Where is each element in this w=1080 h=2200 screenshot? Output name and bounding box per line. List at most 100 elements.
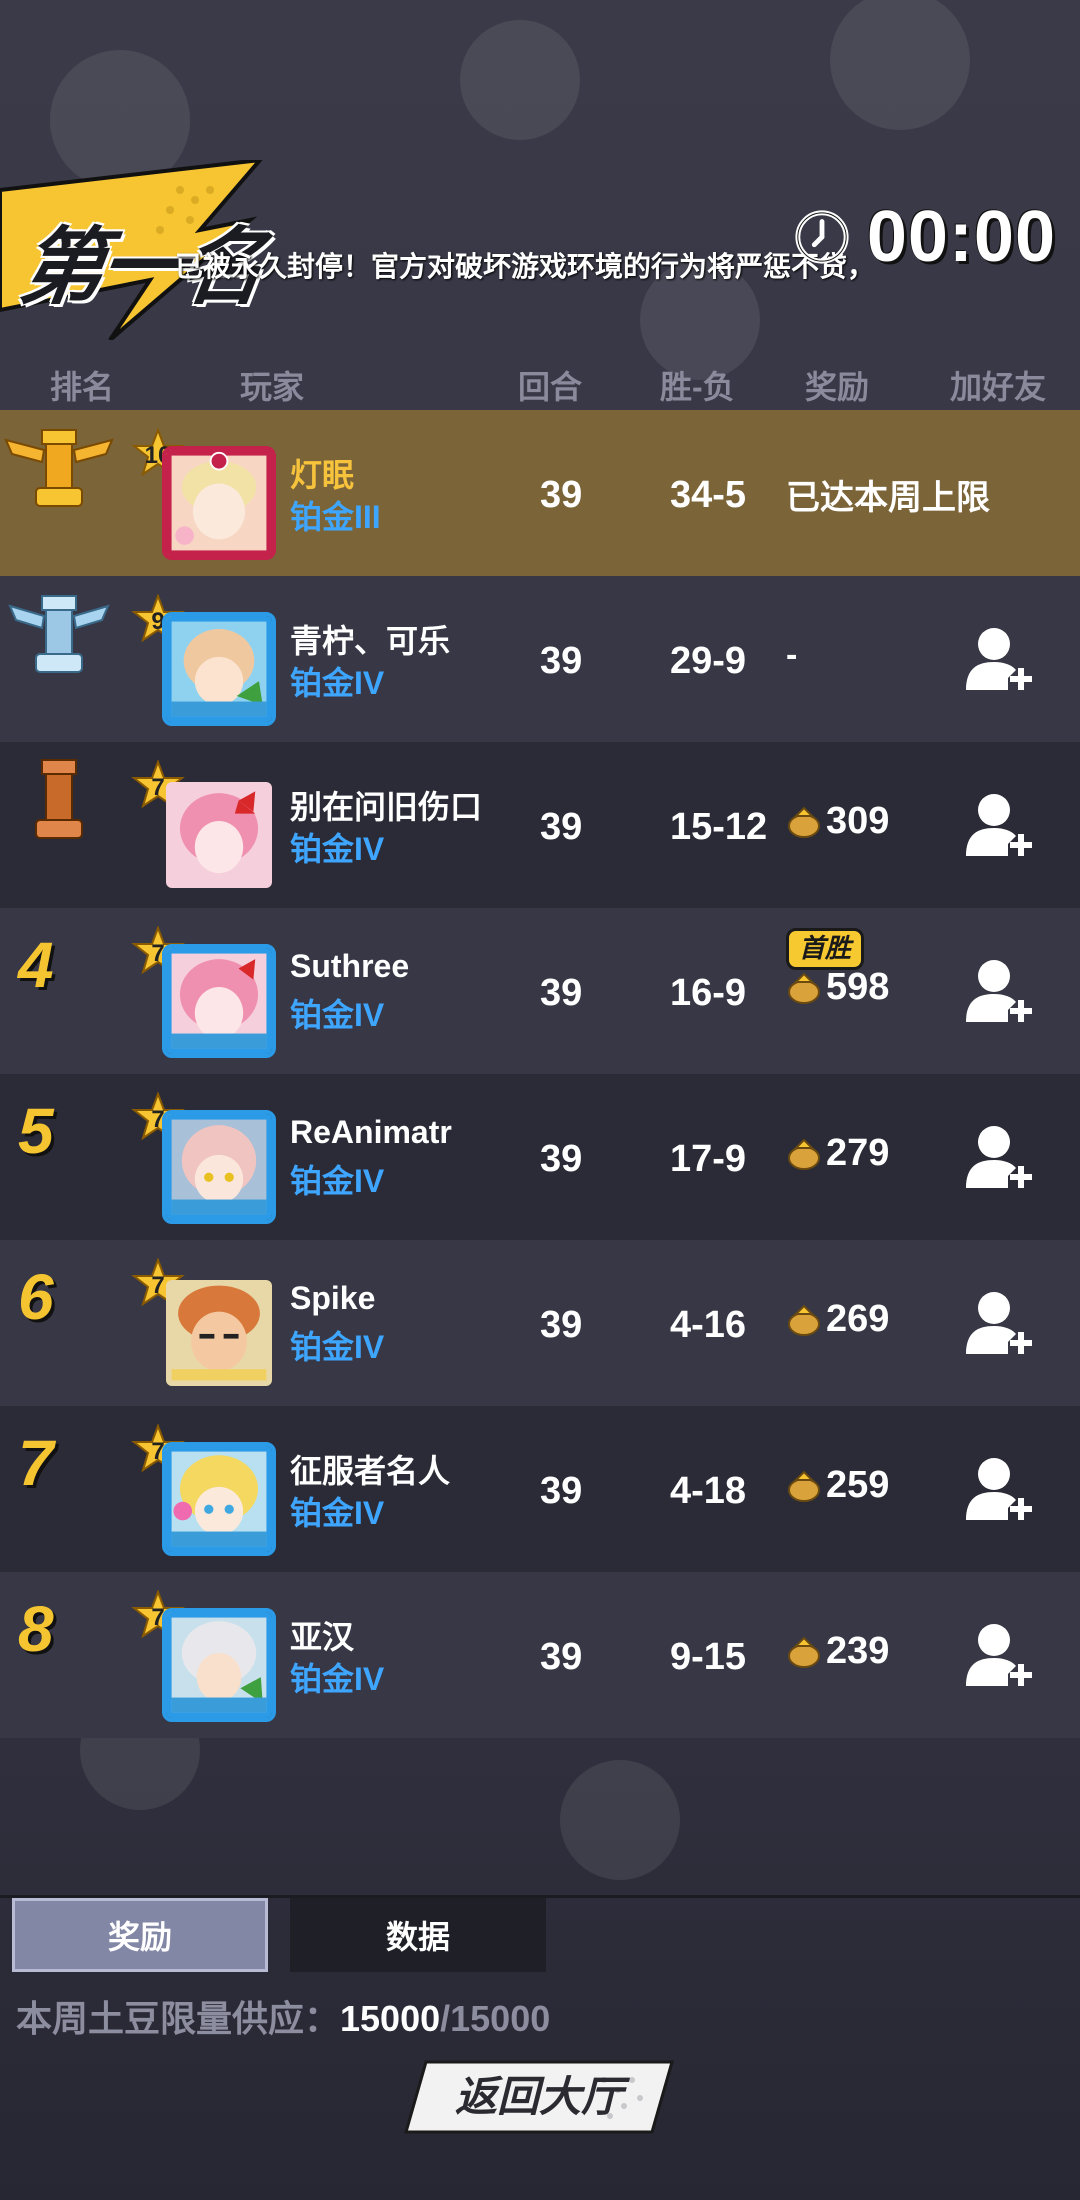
- potato-coin-icon: [788, 1138, 820, 1170]
- player-avatar[interactable]: [162, 778, 276, 892]
- rank-number: 5: [18, 1095, 54, 1167]
- reward-value: 259: [826, 1464, 890, 1506]
- reward-value: 279: [826, 1132, 890, 1174]
- rounds-value: 39: [540, 1636, 583, 1678]
- win-loss-value: 9-15: [670, 1636, 747, 1678]
- tab-reward[interactable]: 奖励: [12, 1898, 268, 1972]
- column-headers: 排名 玩家 回合 胜-负 奖励 加好友: [0, 362, 1080, 410]
- reward-value: 239: [826, 1630, 890, 1672]
- timer-value: 00:00: [866, 197, 1056, 277]
- player-tier: 铂金III: [290, 499, 381, 535]
- win-loss-value: 17-9: [670, 1138, 747, 1180]
- player-avatar[interactable]: [162, 1608, 276, 1722]
- reward: 309: [786, 800, 889, 843]
- player-avatar[interactable]: [162, 944, 276, 1058]
- player-tier: 铂金IV: [290, 997, 385, 1033]
- bronze-rook-icon: [35, 759, 83, 839]
- reward: 598: [786, 966, 889, 1009]
- rounds-value: 39: [540, 640, 583, 682]
- player-tier: 铂金IV: [290, 665, 385, 701]
- col-player: 玩家: [240, 369, 305, 405]
- ranking-list: 10 灯眠 铂金III 39 34-5 已达本周上限 9 青柠、可乐 铂金IV …: [0, 410, 1080, 1738]
- reward: 259: [786, 1464, 889, 1507]
- potato-coin-icon: [788, 1304, 820, 1336]
- player-name: 征服者名人: [290, 1453, 451, 1489]
- potato-coin-icon: [788, 1470, 820, 1502]
- player-tier: 铂金IV: [290, 1163, 385, 1199]
- win-loss-value: 34-5: [670, 474, 747, 516]
- reward-value: -: [786, 636, 798, 674]
- rounds-value: 39: [540, 1470, 583, 1512]
- clock-icon: [795, 210, 849, 264]
- potato-supply: 本周土豆限量供应：15000/15000: [16, 1990, 550, 2042]
- reward: 269: [786, 1298, 889, 1341]
- supply-max: /15000: [440, 1998, 551, 2039]
- table-row[interactable]: 7 7 征服者名人 铂金IV 39 4-18 259: [0, 1406, 1080, 1572]
- add-friend-icon[interactable]: [964, 790, 1036, 862]
- player-name: 灯眠: [290, 457, 355, 493]
- potato-coin-icon: [788, 1636, 820, 1668]
- add-friend-icon[interactable]: [964, 956, 1036, 1028]
- add-friend-icon[interactable]: [964, 1122, 1036, 1194]
- rounds-value: 39: [540, 1138, 583, 1180]
- rounds-value: 39: [540, 1304, 583, 1346]
- table-row[interactable]: 10 灯眠 铂金III 39 34-5 已达本周上限: [0, 410, 1080, 576]
- col-rank: 排名: [50, 369, 115, 405]
- player-avatar[interactable]: [162, 1276, 276, 1390]
- tab-data[interactable]: 数据: [290, 1898, 546, 1972]
- supply-current: 15000: [340, 1998, 441, 2039]
- player-avatar[interactable]: [162, 612, 276, 726]
- supply-label: 本周土豆限量供应：: [16, 1998, 341, 2039]
- reward: 239: [786, 1630, 889, 1673]
- col-win-loss: 胜-负: [660, 369, 735, 405]
- col-reward: 奖励: [805, 369, 870, 405]
- player-tier: 铂金IV: [290, 1329, 385, 1365]
- silver-rook-winged-icon: [8, 595, 110, 673]
- col-add-friend: 加好友: [950, 369, 1047, 405]
- player-name: ReAnimatr: [290, 1114, 452, 1150]
- table-row[interactable]: 5 7 ReAnimatr 铂金IV 39 17-9 279: [0, 1074, 1080, 1240]
- player-tier: 铂金IV: [290, 831, 385, 867]
- rounds-value: 39: [540, 806, 583, 848]
- win-loss-value: 16-9: [670, 972, 747, 1014]
- player-avatar[interactable]: [162, 1110, 276, 1224]
- first-win-badge: 首胜: [786, 928, 865, 970]
- rank-number: 7: [18, 1427, 54, 1499]
- potato-coin-icon: [788, 972, 820, 1004]
- add-friend-icon[interactable]: [964, 1288, 1036, 1360]
- player-avatar[interactable]: [162, 1442, 276, 1556]
- table-row[interactable]: 6 7 Spike 铂金IV 39 4-16 269: [0, 1240, 1080, 1406]
- add-friend-icon[interactable]: [964, 624, 1036, 696]
- player-avatar[interactable]: [162, 446, 276, 560]
- add-friend-icon[interactable]: [964, 1620, 1036, 1692]
- potato-coin-icon: [788, 806, 820, 838]
- win-loss-value: 29-9: [670, 640, 747, 682]
- rounds-value: 39: [540, 474, 583, 516]
- player-name: 亚汉: [290, 1619, 355, 1655]
- gold-rook-winged-icon: [4, 429, 114, 507]
- table-row[interactable]: 8 7 亚汉 铂金IV 39 9-15 239: [0, 1572, 1080, 1738]
- add-friend-icon[interactable]: [964, 1454, 1036, 1526]
- rank-number: 6: [18, 1261, 54, 1333]
- table-row[interactable]: 4 7 Suthree 铂金IV 39 16-9 首胜 598: [0, 908, 1080, 1074]
- win-loss-value: 15-12: [670, 806, 768, 848]
- player-name: 青柠、可乐: [290, 623, 451, 659]
- rank-number: 4: [18, 929, 54, 1001]
- table-row[interactable]: 9 青柠、可乐 铂金IV 39 29-9 -: [0, 576, 1080, 742]
- reward-limit-text: 已达本周上限: [786, 479, 990, 517]
- player-name: 别在问旧伤口: [290, 789, 483, 825]
- back-to-lobby-button[interactable]: 返回大厅: [404, 2060, 674, 2134]
- ban-notice: 已被永久封停！官方对破坏游戏环境的行为将严惩不贷，: [175, 251, 876, 282]
- col-rounds: 回合: [518, 369, 583, 405]
- win-loss-value: 4-16: [670, 1304, 747, 1346]
- rank-number: 8: [18, 1593, 54, 1665]
- reward-value: 269: [826, 1298, 890, 1340]
- player-name: Suthree: [290, 948, 410, 984]
- timer: 00:00: [793, 196, 1056, 278]
- player-name: Spike: [290, 1280, 376, 1316]
- player-tier: 铂金IV: [290, 1661, 385, 1697]
- table-row[interactable]: 7 别在问旧伤口 铂金IV 39 15-12 309: [0, 742, 1080, 908]
- player-tier: 铂金IV: [290, 1495, 385, 1531]
- reward-value: 309: [826, 800, 890, 842]
- win-loss-value: 4-18: [670, 1470, 747, 1512]
